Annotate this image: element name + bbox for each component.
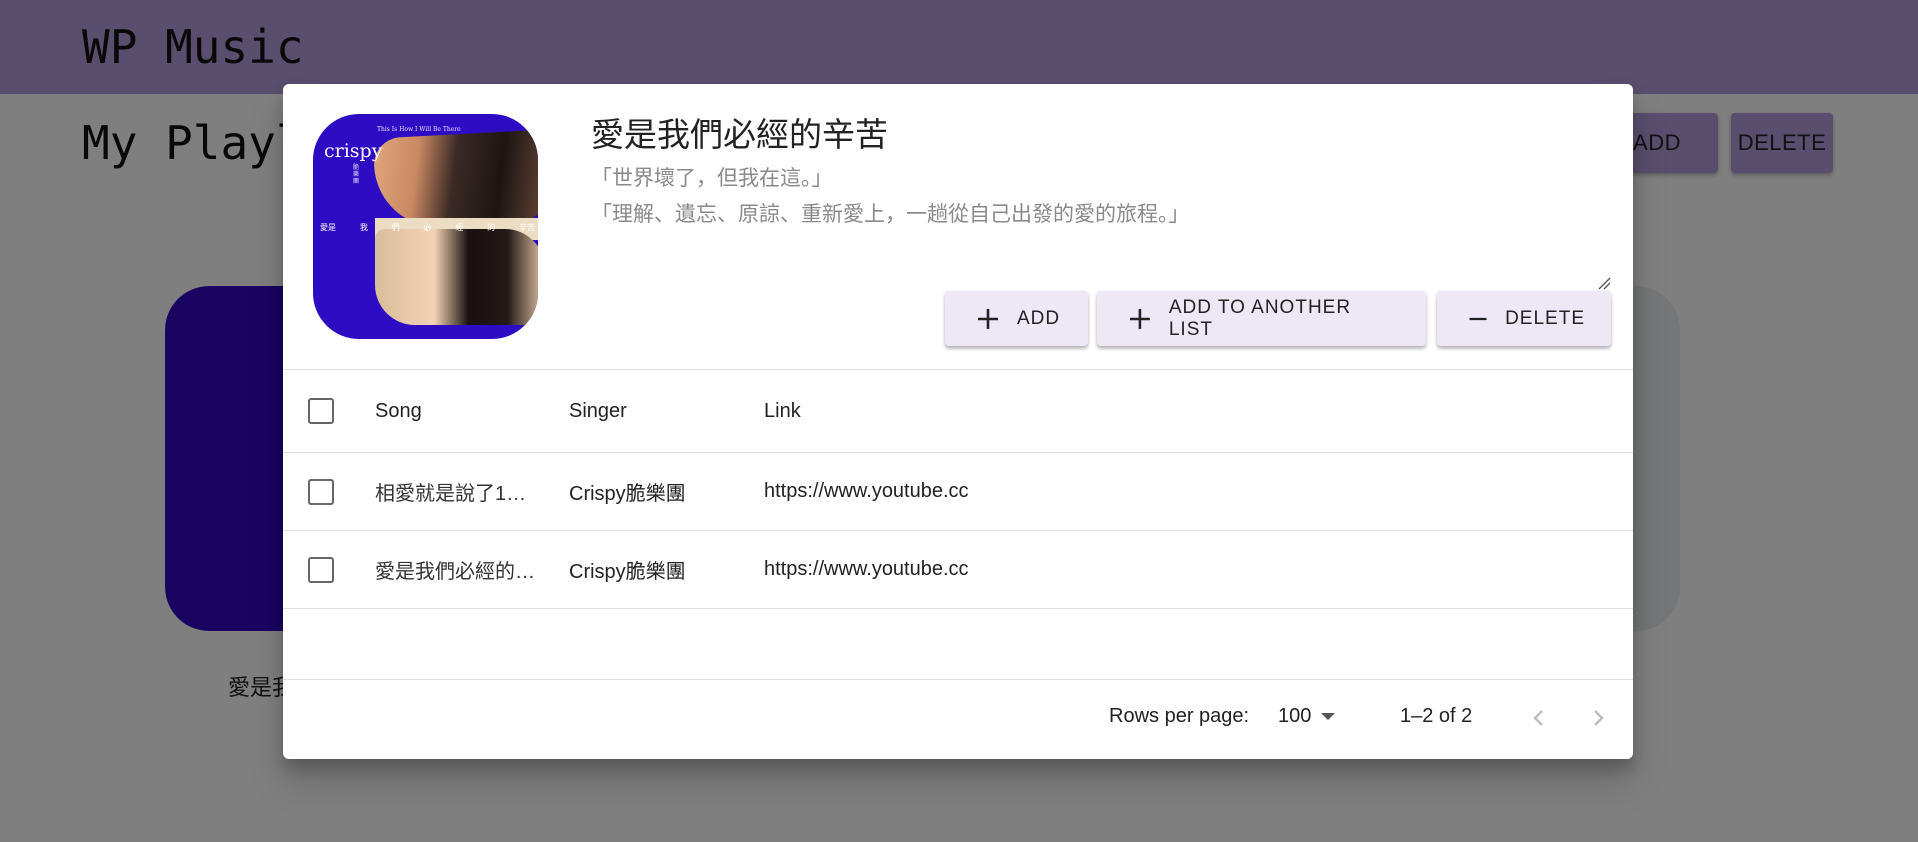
cover-strip-word: 我 xyxy=(359,223,368,232)
column-header-singer[interactable]: Singer xyxy=(569,370,627,452)
add-song-label: ADD xyxy=(1017,307,1061,329)
link-cell[interactable]: https://www.youtube.cc xyxy=(764,453,969,530)
chevron-right-icon[interactable] xyxy=(1584,704,1612,732)
cover-strip-word: 愛是 xyxy=(320,223,336,232)
plus-icon xyxy=(1129,308,1150,329)
rows-per-page-value: 100 xyxy=(1278,705,1312,727)
cover-strip-word: 的 xyxy=(487,223,496,232)
plus-icon xyxy=(978,308,998,329)
album-title[interactable]: 愛是我們必經的辛苦 xyxy=(591,108,888,156)
cover-strip-word: 經 xyxy=(455,223,464,232)
cover-strip-word: 們 xyxy=(391,223,400,232)
cover-photo-bottom xyxy=(375,229,538,325)
add-song-button[interactable]: ADD xyxy=(945,291,1088,346)
singer-cell: Crispy脆樂團 xyxy=(569,483,686,505)
cover-strip-word: 辛苦 xyxy=(518,223,535,232)
select-all-checkbox[interactable] xyxy=(308,398,334,424)
row-checkbox[interactable] xyxy=(308,478,334,505)
minus-icon xyxy=(1469,317,1487,320)
row-checkbox-cell xyxy=(308,453,334,530)
album-description[interactable]: 「世界壞了，但我在這。」 「理解、遺忘、原諒、重新愛上，一趟從自己出發的愛的旅程… xyxy=(591,161,1190,233)
caret-down-icon xyxy=(1321,713,1336,720)
rows-per-page-label: Rows per page: xyxy=(1109,705,1250,727)
cover-strip: 愛是 我 們 必 經 的 辛苦 xyxy=(320,222,535,233)
cover-photo-top xyxy=(372,129,538,231)
table-pagination: Rows per page: 100 1–2 of 2 xyxy=(283,679,1633,759)
singer-cell: Crispy脆樂團 xyxy=(569,561,686,583)
select-all-cell xyxy=(308,370,334,452)
row-checkbox-cell xyxy=(308,531,334,608)
link-cell[interactable]: https://www.youtube.cc xyxy=(764,531,969,608)
song-cell: 相愛就是說了1… xyxy=(375,483,527,505)
cover-strip-word: 必 xyxy=(423,223,432,232)
table-row[interactable]: 相愛就是說了1… Crispy脆樂團 https://www.youtube.c… xyxy=(283,453,1633,531)
album-cover: This Is How I Will Be There crispy 脆樂團 愛… xyxy=(313,114,538,339)
playlist-dialog: This Is How I Will Be There crispy 脆樂團 愛… xyxy=(283,84,1633,759)
pagination-range: 1–2 of 2 xyxy=(1400,705,1473,727)
row-checkbox[interactable] xyxy=(308,556,334,583)
delete-song-label: DELETE xyxy=(1505,307,1585,329)
chevron-left-icon[interactable] xyxy=(1525,704,1553,732)
rows-per-page-select[interactable]: 100 xyxy=(1278,705,1336,728)
resize-handle-icon[interactable] xyxy=(1597,276,1611,290)
add-to-another-list-button[interactable]: ADD TO ANOTHER LIST xyxy=(1097,291,1426,346)
cover-vertical-text: 脆樂團 xyxy=(353,165,360,185)
column-header-link[interactable]: Link xyxy=(764,370,801,452)
songs-table: Song Singer Link 相愛就是說了1… Crispy脆樂團 http… xyxy=(283,369,1633,609)
cover-tagline: This Is How I Will Be There xyxy=(377,126,461,133)
table-header-row: Song Singer Link xyxy=(283,369,1633,453)
cover-brand: crispy xyxy=(324,140,383,162)
song-cell: 愛是我們必經的… xyxy=(375,561,535,583)
delete-song-button[interactable]: DELETE xyxy=(1437,291,1611,346)
table-row[interactable]: 愛是我們必經的… Crispy脆樂團 https://www.youtube.c… xyxy=(283,531,1633,609)
column-header-song[interactable]: Song xyxy=(375,370,545,452)
add-to-another-list-label: ADD TO ANOTHER LIST xyxy=(1168,296,1352,340)
